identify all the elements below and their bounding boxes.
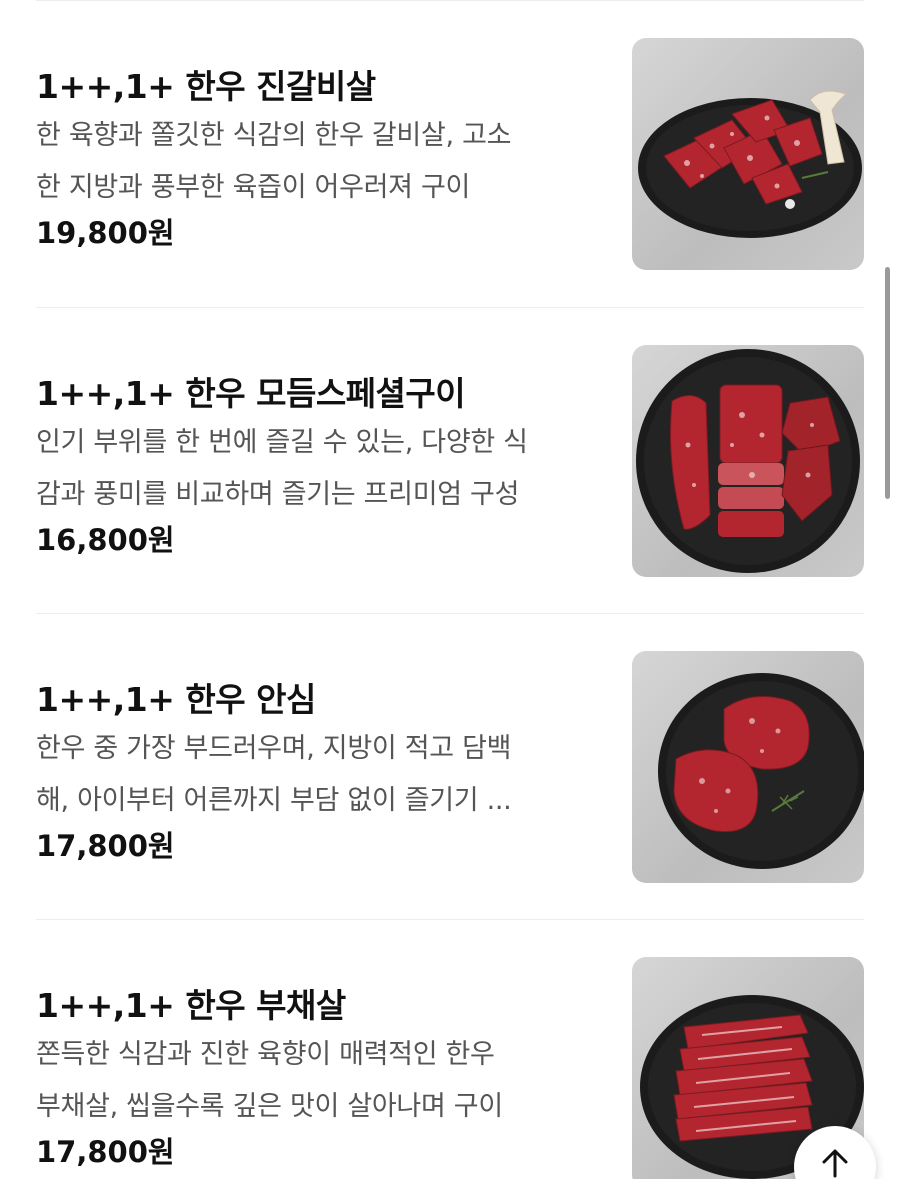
product-name[interactable]: 1++,1+ 한우 진갈비살 xyxy=(36,60,376,108)
product-item[interactable]: 1++,1+ 한우 진갈비살 한 육향과 쫄깃한 식감의 한우 갈비살, 고소 … xyxy=(36,38,864,270)
product-description-line: 인기 부위를 한 번에 즐길 수 있는, 다양한 식 xyxy=(36,427,528,458)
product-item[interactable]: 1++,1+ 한우 안심 한우 중 가장 부드러우며, 지방이 적고 담백 해,… xyxy=(36,651,864,883)
galbisal-photo-icon xyxy=(638,90,862,238)
tenderloin-photo-icon xyxy=(658,673,864,869)
product-description: 한우 중 가장 부드러우며, 지방이 적고 담백 해, 아이부터 어른까지 부담… xyxy=(36,723,596,827)
product-price: 16,800원 xyxy=(36,523,175,557)
product-name[interactable]: 1++,1+ 한우 안심 xyxy=(36,673,316,721)
product-description-line: 감과 풍미를 비교하며 즐기는 프리미엄 구성 xyxy=(36,479,520,510)
product-description-line: 한 지방과 풍부한 육즙이 어우러져 구이 xyxy=(36,172,471,203)
product-description: 쫀득한 식감과 진한 육향이 매력적인 한우 부채살, 씹을수록 깊은 맛이 살… xyxy=(36,1029,596,1133)
product-price: 17,800원 xyxy=(36,829,175,863)
item-divider xyxy=(36,307,864,308)
product-description-line: 한우 중 가장 부드러우며, 지방이 적고 담백 xyxy=(36,733,512,764)
product-price: 17,800원 xyxy=(36,1135,175,1169)
scrollbar[interactable] xyxy=(885,267,890,499)
arrow-up-icon xyxy=(822,1149,848,1178)
product-description-line: 해, 아이부터 어른까지 부담 없이 즐기기 ... xyxy=(36,785,512,816)
product-item[interactable]: 1++,1+ 한우 부채살 쫀득한 식감과 진한 육향이 매력적인 한우 부채살… xyxy=(36,957,864,1179)
product-name[interactable]: 1++,1+ 한우 부채살 xyxy=(36,979,346,1027)
product-image[interactable] xyxy=(632,345,864,577)
product-description-line: 쫀득한 식감과 진한 육향이 매력적인 한우 xyxy=(36,1039,495,1070)
product-description-line: 부채살, 씹을수록 깊은 맛이 살아나며 구이 xyxy=(36,1091,503,1122)
product-description: 인기 부위를 한 번에 즐길 수 있는, 다양한 식 감과 풍미를 비교하며 즐… xyxy=(36,417,596,521)
item-divider xyxy=(36,919,864,920)
product-price: 19,800원 xyxy=(36,216,175,250)
product-description: 한 육향과 쫄깃한 식감의 한우 갈비살, 고소 한 지방과 풍부한 육즙이 어… xyxy=(36,110,596,214)
product-description-line: 한 육향과 쫄깃한 식감의 한우 갈비살, 고소 xyxy=(36,120,512,151)
assorted-special-photo-icon xyxy=(636,349,860,573)
product-image[interactable] xyxy=(632,38,864,270)
top-divider xyxy=(36,0,864,1)
product-name[interactable]: 1++,1+ 한우 모듬스페셜구이 xyxy=(36,367,466,415)
item-divider xyxy=(36,613,864,614)
product-image[interactable] xyxy=(632,651,864,883)
product-item[interactable]: 1++,1+ 한우 모듬스페셜구이 인기 부위를 한 번에 즐길 수 있는, 다… xyxy=(36,345,864,577)
